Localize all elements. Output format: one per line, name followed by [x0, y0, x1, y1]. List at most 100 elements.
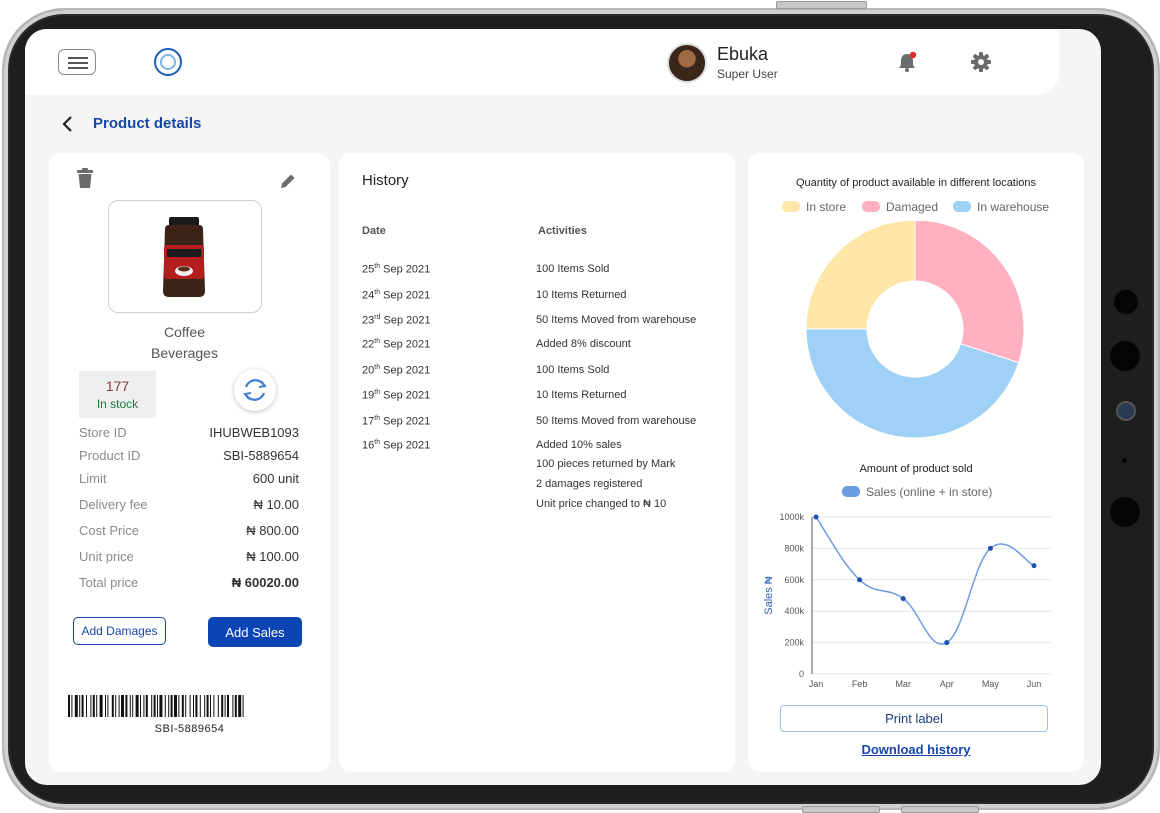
detail-value: SBI-5889654 [223, 448, 299, 463]
barcode-bar [86, 695, 87, 717]
barcode-bar [204, 695, 206, 717]
history-date: 23rd Sep 2021 [362, 314, 431, 327]
barcode-bar [81, 695, 84, 717]
data-point[interactable] [1031, 563, 1037, 569]
history-activity: 2 damages registered [536, 478, 643, 490]
menu-icon-line [68, 67, 88, 69]
y-tick-label: 0 [799, 669, 804, 679]
barcode-bar [206, 695, 209, 717]
history-title: History [362, 172, 409, 189]
data-point[interactable] [857, 577, 863, 583]
barcode-bar [213, 695, 215, 717]
avatar[interactable] [667, 43, 707, 83]
history-date: 24th Sep 2021 [362, 289, 431, 302]
detail-value: IHUBWEB1093 [209, 425, 299, 440]
barcode-bar [153, 695, 156, 717]
donut-chart [805, 221, 1025, 439]
date-suffix: th [374, 389, 381, 396]
detail-label: Total price [79, 575, 139, 590]
app-screen: Ebuka Super User Product details Coffee … [25, 29, 1101, 785]
legend-swatch [862, 201, 880, 212]
bottom-button-right [901, 806, 979, 813]
legend-item[interactable]: In store [782, 200, 846, 214]
history-activity: 10 Items Returned [536, 289, 627, 301]
data-point[interactable] [813, 514, 819, 520]
barcode-bar [181, 695, 184, 717]
history-activity: 100 pieces returned by Mark [536, 458, 676, 470]
charts-card: Quantity of product available in differe… [748, 153, 1084, 772]
bell-icon[interactable] [896, 51, 918, 73]
detail-label: Product ID [79, 448, 141, 463]
history-date: 25th Sep 2021 [362, 263, 431, 276]
donut-slice-in-store[interactable] [805, 221, 916, 330]
add-sales-button[interactable]: Add Sales [208, 617, 302, 647]
barcode-bar [99, 695, 103, 717]
barcode-bar [135, 695, 139, 717]
logo-icon[interactable] [154, 48, 182, 76]
barcode-bar [111, 695, 114, 717]
data-point[interactable] [900, 596, 906, 602]
history-date: 20th Sep 2021 [362, 364, 431, 377]
product-card: Coffee Beverages 177 In stock Store ID IH… [49, 153, 330, 772]
barcode-bar [118, 695, 120, 717]
line-chart: 0 200k 400k 600k 800k 1000k Jan Feb Mar Apr May Jun… [763, 512, 1051, 689]
barcode-bar [199, 695, 201, 717]
data-point[interactable] [944, 640, 950, 646]
barcode-bar [178, 695, 180, 717]
barcode-bar [217, 695, 219, 717]
barcode-bar [224, 695, 226, 717]
barcode-bar [74, 695, 78, 717]
barcode-bar [79, 695, 81, 717]
detail-label: Limit [79, 471, 107, 486]
trash-icon[interactable] [75, 167, 95, 189]
history-card: History Date Activities 25th Sep 2021 100… [339, 153, 735, 772]
detail-label: Delivery fee [79, 497, 148, 512]
y-tick-label: 400k [784, 606, 804, 616]
detail-label: Cost Price [79, 523, 139, 538]
barcode-bar [157, 695, 158, 717]
add-damages-button[interactable]: Add Damages [73, 617, 166, 645]
date-suffix: th [374, 439, 381, 446]
top-bar: Ebuka Super User [25, 29, 1059, 95]
x-tick-label: Jan [809, 679, 824, 689]
legend-item[interactable]: Damaged [862, 200, 938, 214]
barcode-bar [234, 695, 237, 717]
legend-item[interactable]: In warehouse [953, 200, 1049, 214]
date-suffix: th [374, 289, 381, 296]
sync-button[interactable] [234, 369, 276, 411]
donut-chart-title: Quantity of product available in differe… [795, 177, 1037, 189]
y-axis-label: Sales ₦ [763, 576, 775, 615]
y-tick-label: 600k [784, 575, 804, 585]
download-history-link[interactable]: Download history [748, 742, 1084, 757]
barcode-bar [210, 695, 211, 717]
barcode-bar [151, 695, 153, 717]
x-tick-label: Jun [1027, 679, 1042, 689]
history-date: 17th Sep 2021 [362, 415, 431, 428]
donut-slice-damaged[interactable] [914, 221, 1025, 364]
side-sensor [1110, 341, 1140, 371]
barcode-bar [71, 695, 73, 717]
data-point[interactable] [987, 545, 993, 551]
pencil-icon[interactable] [279, 172, 297, 190]
side-sensor [1110, 497, 1140, 527]
barcode-bar [195, 695, 198, 717]
barcode-bar [145, 695, 148, 717]
user-role: Super User [717, 67, 778, 81]
detail-value: ₦ 800.00 [246, 523, 299, 538]
date-suffix: th [374, 415, 381, 422]
date-suffix: th [374, 364, 381, 371]
page-title: Product details [93, 115, 202, 132]
gear-icon[interactable] [970, 51, 992, 73]
menu-button[interactable] [58, 49, 96, 75]
print-label-button[interactable]: Print label [780, 705, 1048, 732]
barcode-text: SBI-5889654 [154, 723, 225, 735]
detail-value: 600 unit [252, 471, 299, 486]
date-suffix: th [374, 338, 381, 345]
back-arrow-icon[interactable] [61, 115, 75, 133]
legend-item[interactable]: Sales (online + in store) [842, 485, 992, 499]
barcode-bar [193, 695, 194, 717]
history-activity: Added 10% sales [536, 439, 622, 451]
legend-label: In warehouse [977, 200, 1050, 214]
barcode-bar [221, 695, 224, 717]
detail-label: Unit price [79, 549, 134, 564]
